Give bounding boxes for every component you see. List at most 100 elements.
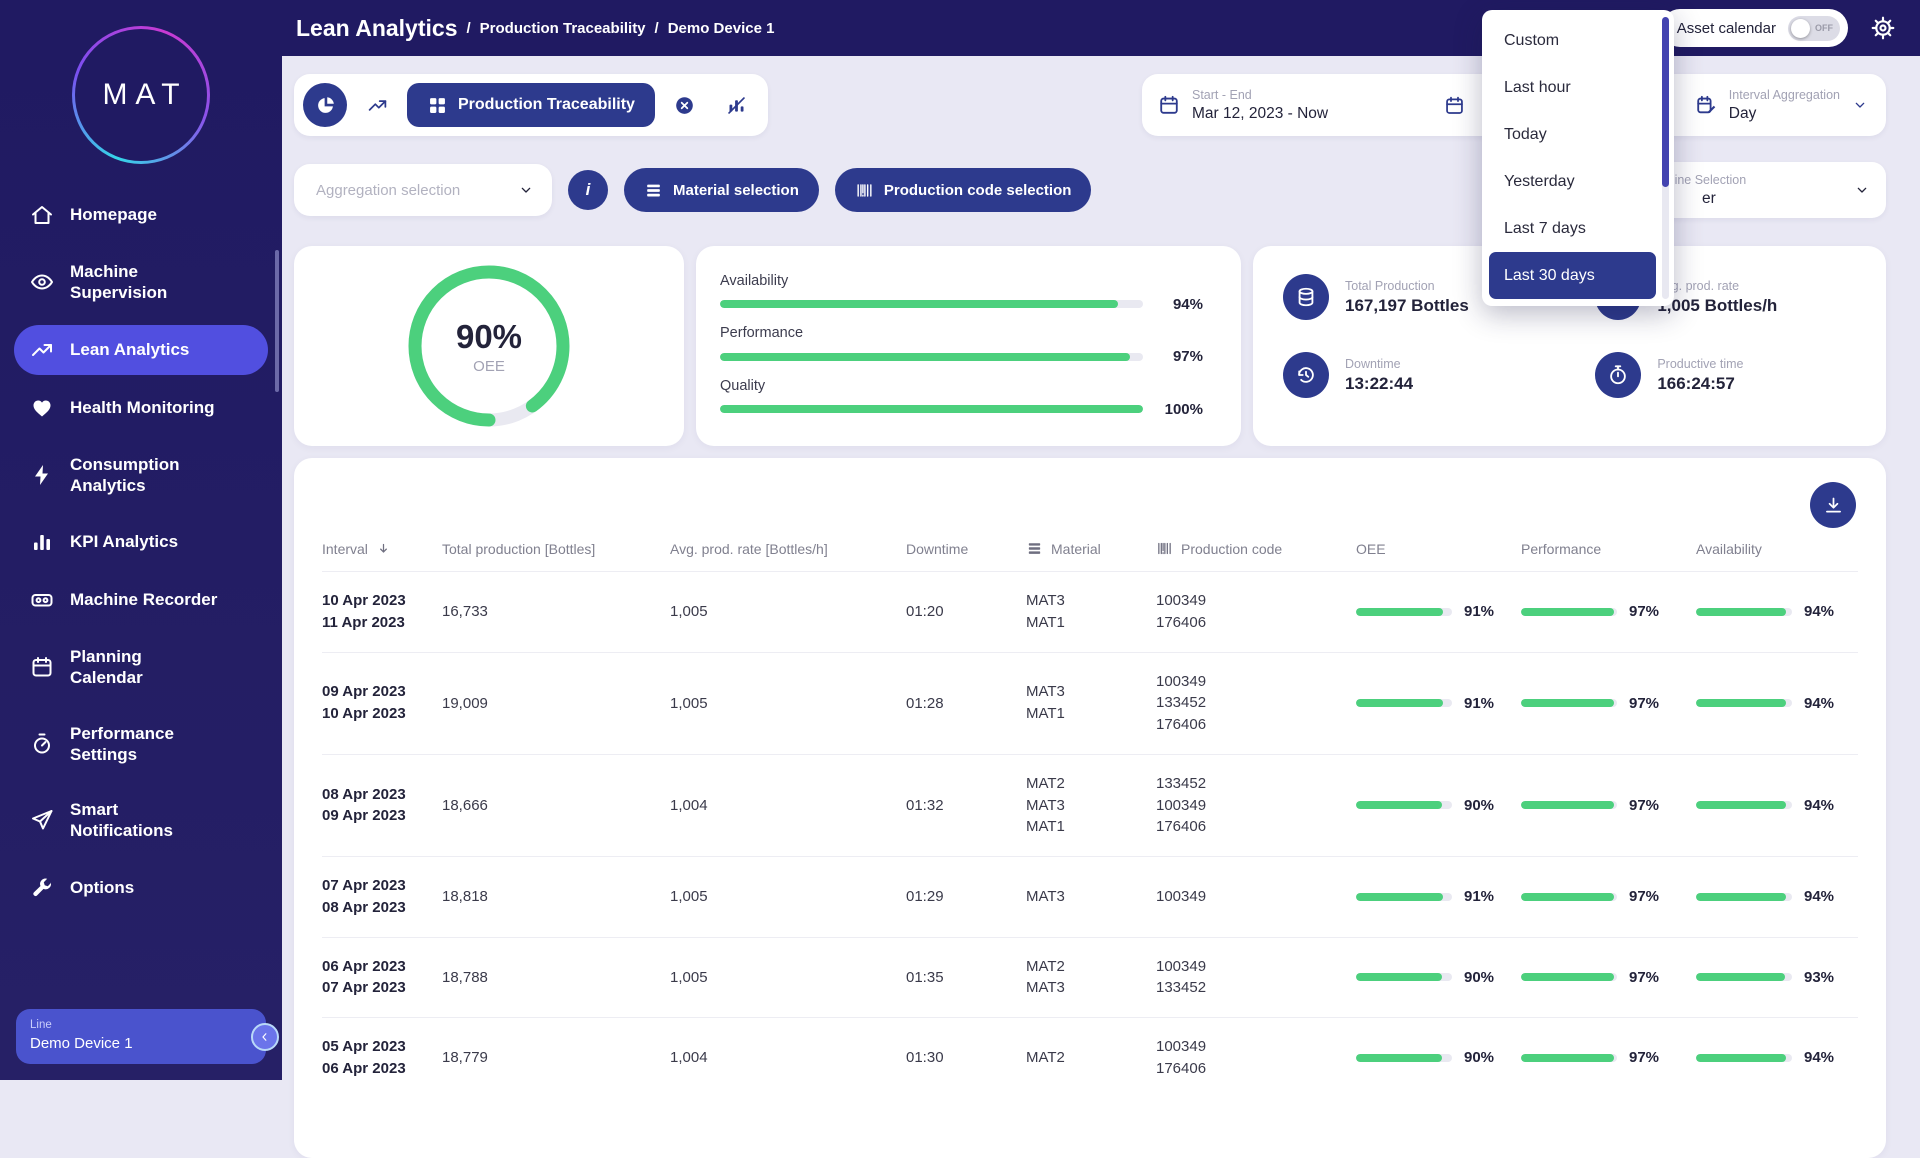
kpi-label: Quality [720, 378, 1203, 394]
interval-date: 07 Apr 2023 [322, 977, 442, 999]
production-traceability-tab[interactable]: Production Traceability [407, 83, 655, 127]
sidebar-item-label: Consumption Analytics [70, 454, 180, 497]
history-icon [1283, 352, 1329, 398]
stat-item: Downtime13:22:44 [1283, 352, 1595, 398]
breadcrumb-item[interactable]: Production Traceability [480, 20, 646, 37]
cell-production-code: 100349176406 [1156, 1036, 1356, 1080]
metric-bar-track [1356, 893, 1452, 901]
sidebar-item-label: Health Monitoring [70, 397, 214, 418]
sidebar-item-kpi-analytics[interactable]: KPI Analytics [14, 517, 268, 567]
trend-icon [30, 338, 54, 362]
metric-bar-fill [1521, 608, 1614, 616]
sidebar-item-performance-settings[interactable]: Performance Settings [14, 710, 268, 779]
pie-chart-view-button[interactable] [303, 83, 347, 127]
device-selector-card[interactable]: Line Demo Device 1 [16, 1009, 266, 1064]
date-preset-options: CustomLast hourTodayYesterdayLast 7 days… [1489, 17, 1656, 299]
metric-value: 90% [1464, 797, 1494, 814]
table-row: 05 Apr 202306 Apr 202318,7791,00401:30MA… [322, 1017, 1858, 1098]
column-label: Material [1051, 541, 1101, 557]
wrench-icon [30, 876, 54, 900]
kpi-bars-card: Availability94%Performance97%Quality100% [696, 246, 1241, 446]
cell-availability: 94% [1696, 603, 1858, 620]
table-row: 10 Apr 202311 Apr 202316,7331,00501:20MA… [322, 571, 1858, 652]
column-header-oee[interactable]: OEE [1356, 541, 1521, 557]
preset-option[interactable]: Last hour [1489, 64, 1656, 111]
kpi-bar-line: 94% [720, 296, 1203, 313]
close-view-button[interactable] [663, 83, 707, 127]
kpi-value: 100% [1157, 401, 1203, 418]
sidebar-item-smart-notifications[interactable]: Smart Notifications [14, 786, 268, 855]
material-value: MAT1 [1026, 816, 1156, 838]
sidebar-item-lean-analytics[interactable]: Lean Analytics [14, 325, 268, 375]
metric-bar-track [1696, 1054, 1792, 1062]
metric-bar-track [1356, 699, 1452, 707]
info-button[interactable]: i [568, 170, 608, 210]
cell-total-production: 18,818 [442, 888, 670, 905]
preset-option[interactable]: Custom [1489, 17, 1656, 64]
preset-option[interactable]: Yesterday [1489, 158, 1656, 205]
interval-aggregation-label: Interval Aggregation [1729, 88, 1840, 102]
interval-date: 06 Apr 2023 [322, 1058, 442, 1080]
column-header-performance[interactable]: Performance [1521, 541, 1696, 557]
preset-option[interactable]: Today [1489, 111, 1656, 158]
table-header-row: IntervalTotal production [Bottles] Avg. p… [322, 534, 1858, 571]
device-type-label: Line [30, 1019, 252, 1031]
sidebar-item-consumption-analytics[interactable]: Consumption Analytics [14, 441, 268, 510]
sidebar-scrollbar[interactable] [275, 250, 279, 392]
line-chart-view-button[interactable] [355, 83, 399, 127]
preset-menu-scrollbar-thumb[interactable] [1662, 17, 1669, 187]
cell-downtime: 01:32 [906, 797, 1026, 814]
sidebar-item-options[interactable]: Options [14, 863, 268, 913]
metric-bar-track [1521, 699, 1617, 707]
column-header-total-production-bottles-[interactable]: Total production [Bottles] [442, 541, 670, 557]
breadcrumb-items: /Production Traceability/Demo Device 1 [466, 20, 774, 37]
sidebar-item-machine-recorder[interactable]: Machine Recorder [14, 575, 268, 625]
sidebar-collapse-button[interactable] [251, 1023, 279, 1051]
date-preset-menu: CustomLast hourTodayYesterdayLast 7 days… [1482, 10, 1674, 306]
production-code-value: 100349 [1156, 886, 1356, 908]
column-header-production-code[interactable]: Production code [1156, 540, 1356, 557]
column-label: Total production [Bottles] [442, 541, 595, 557]
metric-value: 94% [1804, 695, 1834, 712]
sidebar-item-health-monitoring[interactable]: Health Monitoring [14, 383, 268, 433]
date-preset-button[interactable] [1433, 83, 1477, 127]
cell-total-production: 18,666 [442, 797, 670, 814]
production-code-selection-button[interactable]: Production code selection [835, 168, 1092, 212]
column-header-material[interactable]: Material [1026, 540, 1156, 557]
download-button[interactable] [1810, 482, 1856, 528]
preset-option[interactable]: Last 30 days [1489, 252, 1656, 299]
cell-availability: 94% [1696, 695, 1858, 712]
column-header-interval[interactable]: Interval [322, 541, 442, 557]
cell-downtime: 01:29 [906, 888, 1026, 905]
toggle-state-label: OFF [1815, 23, 1833, 33]
metric-value: 97% [1629, 888, 1659, 905]
aggregation-select[interactable]: Aggregation selection [294, 164, 552, 216]
asset-calendar-toggle[interactable]: Asset calendar OFF [1661, 9, 1848, 47]
metric-value: 97% [1629, 695, 1659, 712]
sidebar-item-planning-calendar[interactable]: Planning Calendar [14, 633, 268, 702]
breadcrumb-item[interactable]: Demo Device 1 [668, 20, 775, 37]
cell-performance: 97% [1521, 969, 1696, 986]
material-icon [644, 181, 663, 200]
metric-bar-fill [1356, 699, 1443, 707]
date-range-picker[interactable]: Start - End Mar 12, 2023 - Now [1158, 88, 1384, 123]
metric-value: 91% [1464, 888, 1494, 905]
breadcrumb-root[interactable]: Lean Analytics [296, 15, 457, 42]
sidebar-item-homepage[interactable]: Homepage [14, 190, 268, 240]
metric-bar-track [1356, 973, 1452, 981]
column-header-availability[interactable]: Availability [1696, 541, 1858, 557]
material-selection-button[interactable]: Material selection [624, 168, 819, 212]
settings-button[interactable] [1870, 15, 1896, 41]
production-code-value: 133452 [1156, 773, 1356, 795]
sidebar-item-machine-supervision[interactable]: Machine Supervision [14, 248, 268, 317]
hide-chart-button[interactable] [715, 83, 759, 127]
preset-option[interactable]: Last 7 days [1489, 205, 1656, 252]
metric-bar-fill [1696, 973, 1785, 981]
chevron-left-icon [258, 1030, 272, 1044]
column-header-avg-prod-rate-bottles-h-[interactable]: Avg. prod. rate [Bottles/h] [670, 541, 906, 557]
toggle-switch[interactable]: OFF [1788, 16, 1840, 41]
bolt-icon [30, 463, 54, 487]
interval-aggregation-select[interactable]: Interval Aggregation Day [1695, 88, 1868, 123]
cell-avg-rate: 1,005 [670, 969, 906, 986]
column-header-downtime[interactable]: Downtime [906, 541, 1026, 557]
